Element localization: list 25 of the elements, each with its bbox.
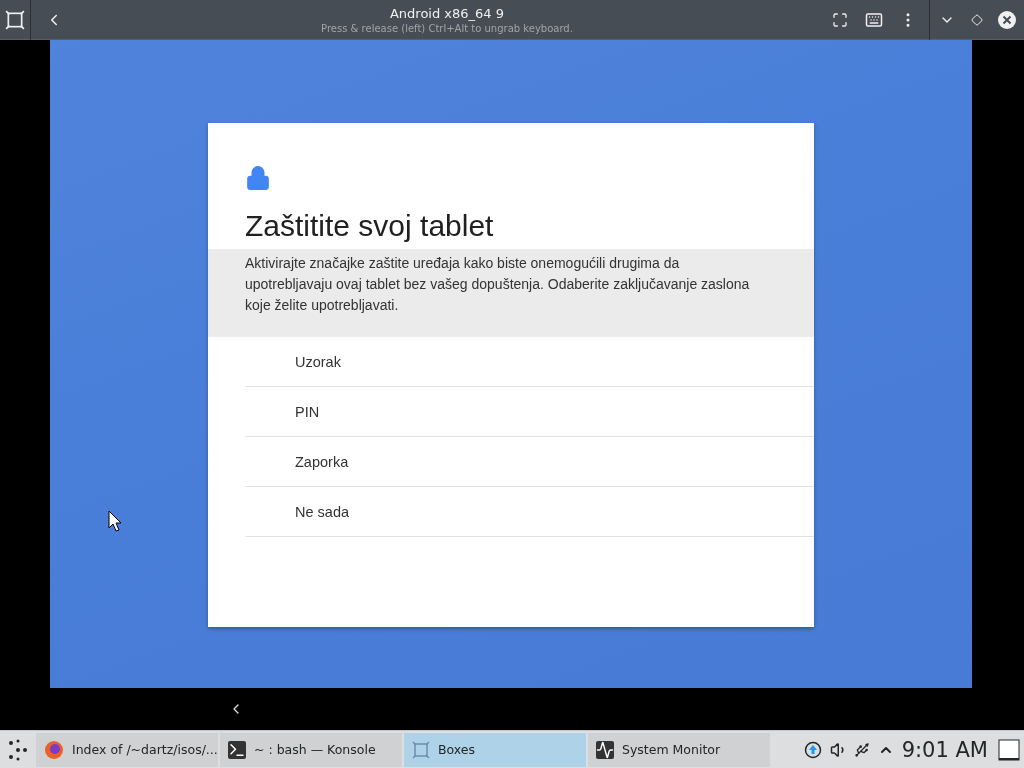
lock-icon [245, 165, 271, 191]
maximize-icon[interactable] [971, 13, 983, 26]
window-subtitle: Press & release (left) Ctrl+Alt to ungrab keyboard. [321, 22, 573, 34]
usb-icon[interactable] [853, 741, 870, 758]
lock-option[interactable]: Uzorak [245, 337, 814, 387]
fullscreen-icon[interactable] [832, 11, 848, 28]
frame-icon [412, 740, 430, 759]
taskbar-task[interactable]: ~ : bash — Konsole [220, 732, 402, 767]
taskbar-task[interactable]: Index of /~dartz/isos/... [36, 732, 218, 767]
clock: 9:01 AM [901, 737, 988, 762]
setup-description: Aktivirajte značajke zaštite uređaja kako biste onemogućili drugima da upotrebljavaju ovaj tablet bez vašeg dopuštenja. Odaberite zaključavanje zaslona koje želite upotrebljavati. [208, 249, 814, 337]
lock-option[interactable]: Zaporka [245, 437, 814, 487]
monitor-icon [596, 740, 614, 759]
window-title: Android x86_64 9 [389, 5, 505, 21]
taskbar-task[interactable]: System Monitor [588, 732, 770, 767]
show-desktop-icon[interactable] [998, 738, 1020, 761]
lock-option[interactable]: Ne sada [245, 487, 814, 537]
setup-title: Zaštitite svoj tablet [244, 208, 495, 244]
lock-option[interactable]: PIN [245, 387, 814, 437]
cursor-icon [108, 510, 122, 532]
terminal-icon [228, 740, 246, 759]
close-icon[interactable] [998, 10, 1016, 29]
keyboard-icon[interactable] [865, 10, 883, 29]
update-icon[interactable] [803, 740, 822, 759]
taskbar-task[interactable]: Boxes [404, 732, 586, 767]
